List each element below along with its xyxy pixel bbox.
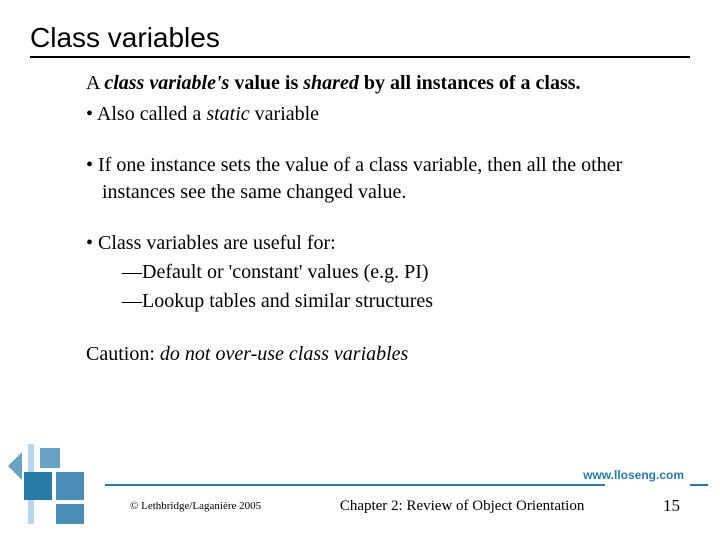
- caution-label: Caution:: [86, 343, 160, 365]
- bullet-3: Class variables are useful for:: [86, 230, 670, 257]
- copyright-text: © Lethbridge/Laganière 2005: [130, 500, 261, 512]
- slide-body: A class variable's value is shared by al…: [30, 70, 690, 368]
- intro-pre: A: [86, 72, 104, 94]
- intro-em2: shared: [303, 72, 359, 94]
- caution-line: Caution: do not over-use class variables: [86, 341, 670, 368]
- page-number: 15: [663, 496, 680, 516]
- bullet-3-sub-2: —Lookup tables and similar structures: [86, 288, 670, 315]
- b1-post: variable: [250, 103, 319, 125]
- caution-text: do not over-use class variables: [160, 343, 408, 365]
- intro-post: by all instances of a class.: [359, 72, 581, 94]
- footer-url: www.lloseng.com: [583, 468, 684, 482]
- intro-em1: class variable's: [104, 72, 229, 94]
- intro-mid: value is: [229, 72, 303, 94]
- slide-title: Class variables: [30, 22, 690, 58]
- bullet-2: If one instance sets the value of a clas…: [86, 152, 670, 206]
- b1-em: static: [206, 103, 249, 125]
- chapter-text: Chapter 2: Review of Object Orientation: [340, 498, 585, 515]
- b1-pre: Also called a: [97, 103, 206, 125]
- bullet-3-sub-1: —Default or 'constant' values (e.g. PI): [86, 259, 670, 286]
- bullet-1: Also called a static variable: [86, 101, 670, 128]
- slide: Class variables A class variable's value…: [0, 0, 720, 540]
- intro-line: A class variable's value is shared by al…: [86, 70, 670, 97]
- footer-row: © Lethbridge/Laganière 2005 Chapter 2: R…: [0, 496, 720, 516]
